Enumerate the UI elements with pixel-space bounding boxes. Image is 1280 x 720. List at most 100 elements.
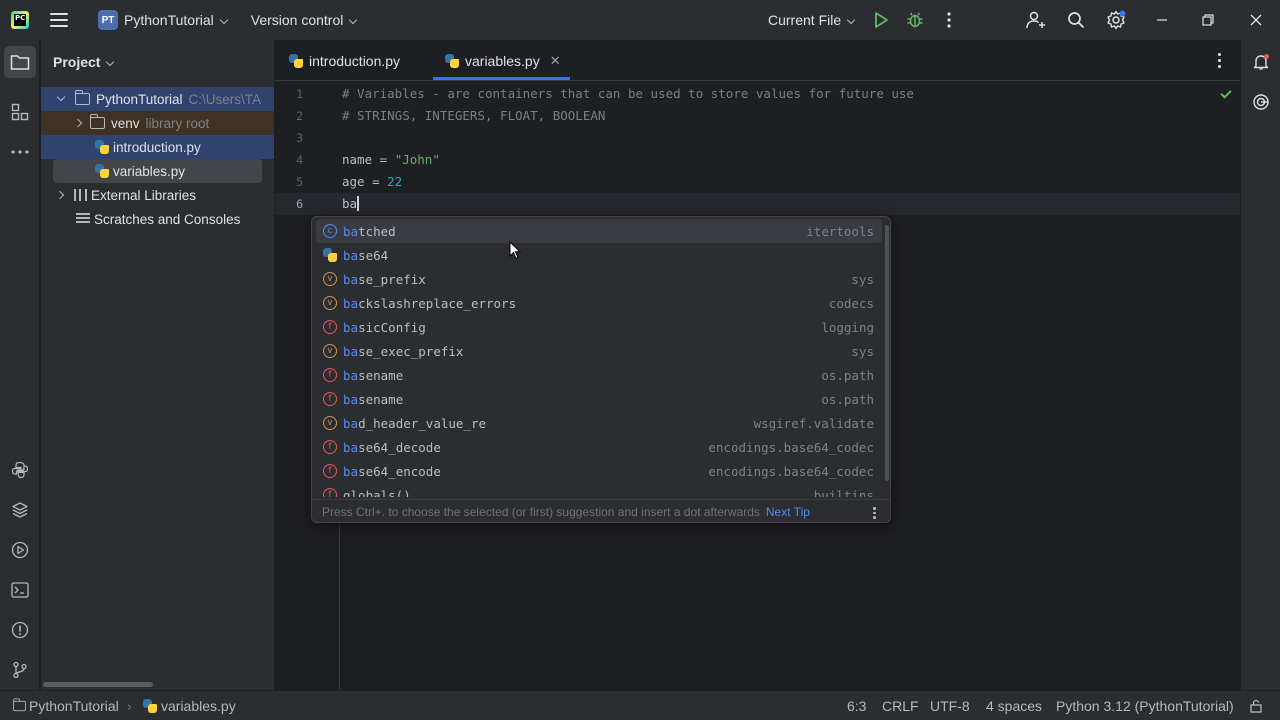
expand-arrow-icon[interactable] xyxy=(73,118,83,128)
close-icon[interactable] xyxy=(1246,10,1266,30)
completion-item-name: base64 xyxy=(343,247,389,263)
run-configuration-selector[interactable]: Current File xyxy=(768,12,856,28)
project-switcher[interactable]: PythonTutorial xyxy=(124,12,228,28)
code-line-6[interactable]: ba xyxy=(342,196,360,211)
main-menu-icon[interactable] xyxy=(50,13,68,27)
tree-item-venv[interactable]: venv library root xyxy=(41,111,274,135)
variable-kind-icon: v xyxy=(323,272,337,286)
notifications-bell-icon[interactable] xyxy=(1251,52,1271,72)
python-file-icon xyxy=(95,164,109,178)
tree-item-scratches[interactable]: Scratches and Consoles xyxy=(41,207,274,231)
code-line-2[interactable]: # STRINGS, INTEGERS, FLOAT, BOOLEAN xyxy=(342,108,605,123)
tab-label: variables.py xyxy=(465,52,540,69)
active-tab-indicator xyxy=(433,77,570,80)
services-icon[interactable] xyxy=(10,540,30,560)
completion-options-icon[interactable] xyxy=(873,507,876,519)
structure-icon[interactable] xyxy=(10,102,30,122)
function-kind-icon: f xyxy=(323,488,337,497)
completion-item[interactable]: f basename os.path xyxy=(316,363,882,387)
completion-item[interactable]: base64 xyxy=(316,243,882,267)
caret-position[interactable]: 6:3 xyxy=(847,698,866,714)
tab-introduction-py[interactable]: introduction.py xyxy=(289,40,400,81)
completion-item[interactable]: f base64_encode encodings.base64_codec xyxy=(316,459,882,483)
search-icon[interactable] xyxy=(1066,10,1086,30)
breadcrumb-file[interactable]: variables.py xyxy=(143,698,236,714)
python-console-icon[interactable] xyxy=(10,460,30,480)
problems-icon[interactable] xyxy=(10,620,30,640)
completion-item[interactable]: c batched itertools xyxy=(316,219,882,243)
completion-item-source: sys xyxy=(851,271,874,287)
python-packages-icon[interactable] xyxy=(10,500,30,520)
variable-kind-icon: v xyxy=(323,296,337,310)
breadcrumb-separator-icon: › xyxy=(127,698,132,714)
expand-arrow-icon[interactable] xyxy=(55,190,65,200)
project-panel: Project PythonTutorial C:\Users\TA venv … xyxy=(41,40,274,690)
vcs-menu[interactable]: Version control xyxy=(251,12,358,28)
tree-item-project-root[interactable]: PythonTutorial C:\Users\TA xyxy=(41,87,274,111)
expand-arrow-icon[interactable] xyxy=(56,92,66,102)
project-folder-icon[interactable] xyxy=(10,52,30,72)
python-file-icon xyxy=(445,53,459,68)
completion-item[interactable]: f globals() builtins xyxy=(316,483,882,497)
project-panel-title[interactable]: Project xyxy=(53,54,115,70)
function-kind-icon: f xyxy=(323,320,337,334)
more-tools-icon[interactable] xyxy=(10,142,30,162)
tree-item-introduction-py[interactable]: introduction.py xyxy=(41,135,274,159)
version-control-icon[interactable] xyxy=(10,660,30,680)
completion-item[interactable]: v base_prefix sys xyxy=(316,267,882,291)
debug-icon[interactable] xyxy=(905,10,925,30)
tree-item-variables-py[interactable]: variables.py xyxy=(53,159,262,183)
code-line-5[interactable]: age = 22 xyxy=(342,174,402,189)
completion-item[interactable]: v base_exec_prefix sys xyxy=(316,339,882,363)
completion-item[interactable]: f basename os.path xyxy=(316,387,882,411)
line-number: 2 xyxy=(296,109,303,123)
tab-close-icon[interactable]: ✕ xyxy=(550,53,561,69)
completion-item-source: builtins xyxy=(813,487,874,498)
ai-assistant-icon[interactable] xyxy=(1251,92,1271,112)
next-tip-link[interactable]: Next Tip xyxy=(766,505,810,519)
line-number: 4 xyxy=(296,153,303,167)
add-user-icon[interactable] xyxy=(1026,10,1046,30)
breadcrumb-project-label: PythonTutorial xyxy=(29,698,119,714)
completion-item[interactable]: v backslashreplace_errors codecs xyxy=(316,291,882,315)
code-line-1[interactable]: # Variables - are containers that can be… xyxy=(342,86,914,101)
breadcrumb-project[interactable]: PythonTutorial xyxy=(12,698,119,714)
code-line-4[interactable]: name = "John" xyxy=(342,152,440,167)
no-problems-check-icon[interactable] xyxy=(1220,87,1232,99)
file-encoding[interactable]: UTF-8 xyxy=(930,698,970,714)
python-module-icon xyxy=(323,248,337,262)
left-tool-strip xyxy=(0,40,40,690)
settings-gear-icon[interactable] xyxy=(1106,10,1126,30)
tab-options-icon[interactable] xyxy=(1217,53,1221,68)
tree-item-external-libraries[interactable]: External Libraries xyxy=(41,183,274,207)
completion-item[interactable]: v bad_header_value_re wsgiref.validate xyxy=(316,411,882,435)
completion-item-source: itertools xyxy=(806,223,874,239)
completion-item-source: encodings.base64_codec xyxy=(708,439,874,455)
completion-item[interactable]: f base64_decode encodings.base64_codec xyxy=(316,435,882,459)
terminal-icon[interactable] xyxy=(10,580,30,600)
line-separator[interactable]: CRLF xyxy=(882,698,919,714)
project-name: PythonTutorial xyxy=(124,12,214,28)
lock-icon[interactable] xyxy=(1249,699,1263,716)
restore-icon[interactable] xyxy=(1198,10,1218,30)
horizontal-scrollbar[interactable] xyxy=(43,682,153,687)
mouse-pointer-icon xyxy=(509,241,521,260)
completion-item-name: base_prefix xyxy=(343,271,426,287)
folder-icon xyxy=(12,698,26,712)
more-actions-icon[interactable] xyxy=(939,10,959,30)
breadcrumb-file-label: variables.py xyxy=(161,698,236,714)
run-icon[interactable] xyxy=(871,10,891,30)
completion-item-name: base64_encode xyxy=(343,463,441,479)
tab-variables-py[interactable]: variables.py ✕ xyxy=(445,40,561,81)
completion-list: c batched itertools base64 v base_prefix sys v b… xyxy=(312,219,884,497)
completion-scrollbar[interactable] xyxy=(885,225,889,481)
indent-setting[interactable]: 4 spaces xyxy=(986,698,1042,714)
completion-item[interactable]: f basicConfig logging xyxy=(316,315,882,339)
function-kind-icon: f xyxy=(323,464,337,478)
completion-tip-text: Press Ctrl+. to choose the selected (or … xyxy=(322,505,760,519)
library-icon xyxy=(74,189,87,201)
python-interpreter[interactable]: Python 3.12 (PythonTutorial) xyxy=(1056,698,1234,714)
project-badge[interactable]: PT xyxy=(98,10,118,30)
minimize-icon[interactable] xyxy=(1152,10,1172,30)
title-bar: PC PT PythonTutorial Version control Cur… xyxy=(0,0,1280,40)
